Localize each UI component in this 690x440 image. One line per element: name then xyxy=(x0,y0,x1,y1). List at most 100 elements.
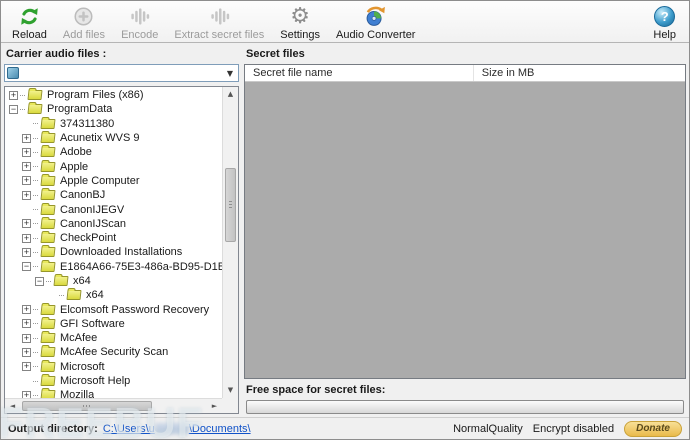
tree-item[interactable]: + Elcomsoft Password Recovery xyxy=(5,302,222,316)
tree-item[interactable]: + Adobe xyxy=(5,145,222,159)
quality-status: NormalQuality xyxy=(453,422,523,435)
tree-item[interactable]: + Acunetix WVS 9 xyxy=(5,131,222,145)
expander-icon[interactable]: + xyxy=(22,133,31,143)
column-secret-file-name[interactable]: Secret file name xyxy=(245,65,474,81)
tree-item[interactable]: − ProgramData xyxy=(5,102,222,116)
secret-files-panel: Secret files Secret file name Size in MB… xyxy=(241,43,689,417)
tree-item[interactable]: + GFI Software xyxy=(5,317,222,331)
folder-icon xyxy=(40,161,56,172)
carrier-location-combobox[interactable]: ▼ xyxy=(4,64,239,82)
connector-line xyxy=(33,151,38,153)
connector-line xyxy=(33,223,38,225)
tree-item-label: x64 xyxy=(73,275,91,287)
help-button[interactable]: ? Help xyxy=(646,2,683,44)
tree-item[interactable]: + Apple Computer xyxy=(5,174,222,188)
tree-item-label: Program Files (x86) xyxy=(47,89,144,102)
secret-files-empty-area[interactable] xyxy=(245,82,685,378)
tree-item[interactable]: x64 xyxy=(5,288,222,302)
expander-icon[interactable]: − xyxy=(9,104,18,114)
app-window: Reload Add files Encode Extract secret f… xyxy=(0,0,690,440)
connector-line xyxy=(20,108,25,110)
tree-item[interactable]: + CanonBJ xyxy=(5,188,222,202)
tree-item[interactable]: + Downloaded Installations xyxy=(5,245,222,259)
free-space-label: Free space for secret files: xyxy=(246,384,386,396)
expander-icon[interactable]: + xyxy=(22,247,31,257)
folder-treeview: + Program Files (x86) − ProgramData 3743… xyxy=(4,86,239,414)
tree-item[interactable]: − x64 xyxy=(5,274,222,288)
connector-line xyxy=(33,251,38,253)
scroll-up-icon[interactable]: ▲ xyxy=(223,87,238,102)
connector-line xyxy=(59,294,64,296)
folder-icon xyxy=(40,347,56,358)
connector-line xyxy=(33,337,38,339)
expander-icon[interactable]: + xyxy=(22,390,31,398)
tree-item[interactable]: + CanonIJScan xyxy=(5,217,222,231)
tree-item[interactable]: − E1864A66-75E3-486a-BD95-D1B7 xyxy=(5,260,222,274)
scroll-right-icon[interactable]: ► xyxy=(207,399,222,413)
chevron-down-icon: ▼ xyxy=(226,68,234,78)
expander-icon[interactable]: + xyxy=(22,333,31,343)
add-files-label: Add files xyxy=(62,29,106,41)
folder-icon xyxy=(40,304,56,315)
tree-item-label: Apple xyxy=(60,160,89,173)
expander-icon[interactable]: − xyxy=(35,276,44,286)
output-directory-link[interactable]: C:\Users\u \Documents\ xyxy=(103,423,251,435)
combobox-dropdown-button[interactable]: ▼ xyxy=(222,65,238,81)
expander-icon[interactable]: + xyxy=(22,362,31,372)
tree-item-label: Microsoft Help xyxy=(60,375,131,388)
settings-button[interactable]: ⚙ Settings xyxy=(273,2,327,44)
horizontal-scroll-thumb[interactable] xyxy=(22,401,152,411)
expander-icon[interactable]: + xyxy=(22,305,31,315)
tree-item[interactable]: + CheckPoint xyxy=(5,231,222,245)
tree-item[interactable]: Microsoft Help xyxy=(5,374,222,388)
add-files-icon xyxy=(72,4,95,29)
extract-secret-files-icon xyxy=(208,4,231,29)
expander-icon[interactable]: + xyxy=(22,347,31,357)
folder-icon xyxy=(27,104,43,115)
tree-item[interactable]: + Mozilla xyxy=(5,388,222,398)
encode-icon xyxy=(128,4,151,29)
expander-icon[interactable]: + xyxy=(22,147,31,157)
column-size-in-mb[interactable]: Size in MB xyxy=(474,65,685,81)
tree-item[interactable]: 374311380 xyxy=(5,117,222,131)
scroll-left-icon[interactable]: ◄ xyxy=(5,399,20,413)
encode-button[interactable]: Encode xyxy=(114,2,165,44)
scroll-down-icon[interactable]: ▼ xyxy=(223,383,238,398)
expander-icon[interactable]: + xyxy=(22,233,31,243)
secret-files-listview[interactable]: Secret file name Size in MB xyxy=(244,64,686,379)
tree-item-label: 374311380 xyxy=(60,117,115,130)
redacted-username xyxy=(154,423,189,435)
folder-icon xyxy=(40,247,56,258)
tree-item[interactable]: + McAfee Security Scan xyxy=(5,345,222,359)
expander-icon[interactable]: + xyxy=(22,176,31,186)
tree-item[interactable]: + McAfee xyxy=(5,331,222,345)
tree-item-label: ProgramData xyxy=(47,103,113,116)
tree-item[interactable]: CanonIJEGV xyxy=(5,202,222,216)
folder-icon xyxy=(40,333,56,344)
folder-icon xyxy=(40,318,56,329)
add-files-button[interactable]: Add files xyxy=(56,2,112,44)
horizontal-scrollbar[interactable]: ◄ ► xyxy=(5,398,222,413)
vertical-scrollbar[interactable]: ▲ ▼ xyxy=(222,87,238,398)
tree-item-label: Apple Computer xyxy=(60,174,140,187)
folder-icon xyxy=(40,261,56,272)
expander-icon[interactable]: + xyxy=(9,90,18,100)
connector-line xyxy=(46,280,51,282)
audio-converter-button[interactable]: Audio Converter xyxy=(329,2,423,44)
reload-button[interactable]: Reload xyxy=(5,2,54,44)
tree-item[interactable]: + Program Files (x86) xyxy=(5,88,222,102)
expander-icon[interactable]: − xyxy=(22,262,31,272)
expander-icon[interactable]: + xyxy=(22,219,31,229)
tree-item[interactable]: + Apple xyxy=(5,159,222,173)
free-space-section: Free space for secret files: xyxy=(244,379,686,414)
vertical-scroll-thumb[interactable] xyxy=(225,167,236,243)
expander-icon[interactable]: + xyxy=(22,190,31,200)
expander-icon[interactable]: + xyxy=(22,319,31,329)
extract-secret-files-button[interactable]: Extract secret files xyxy=(167,2,271,44)
connector-line xyxy=(33,266,38,268)
tree-item-label: Elcomsoft Password Recovery xyxy=(60,303,210,316)
help-label: Help xyxy=(653,29,676,41)
tree-item[interactable]: + Microsoft xyxy=(5,360,222,374)
expander-icon[interactable]: + xyxy=(22,162,31,172)
donate-button[interactable]: Donate xyxy=(624,420,682,437)
